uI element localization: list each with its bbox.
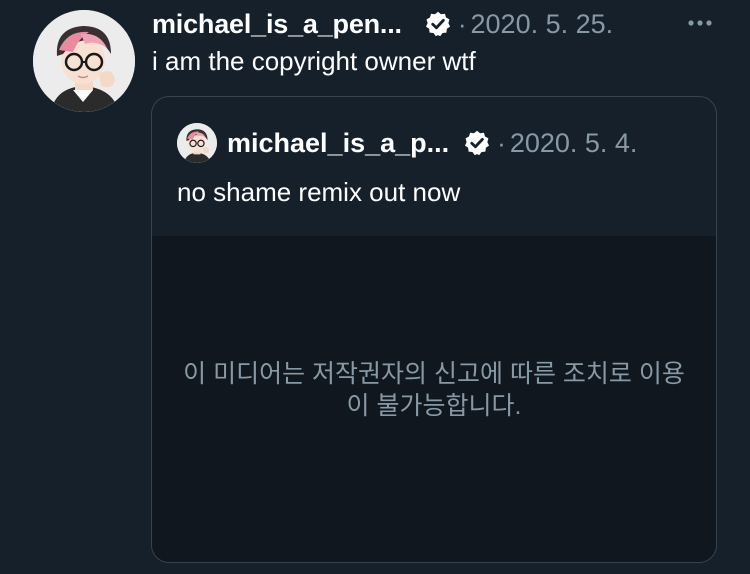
- verified-badge-icon: [424, 10, 452, 38]
- avatar[interactable]: [33, 10, 135, 112]
- display-name[interactable]: michael_is_a_pen...: [152, 9, 402, 40]
- tweet-header: michael_is_a_pen... · 2020. 5. 25.: [152, 4, 613, 44]
- more-horizontal-icon: [688, 20, 712, 26]
- quoted-avatar: [177, 123, 217, 163]
- avatar-illustration: [33, 10, 135, 112]
- quoted-tweet-card[interactable]: michael_is_a_p... · 2020. 5. 4. no shame…: [151, 96, 717, 563]
- media-unavailable-panel: 이 미디어는 저작권자의 신고에 따른 조치로 이용이 불가능합니다.: [152, 236, 716, 562]
- quoted-tweet-date: 2020. 5. 4.: [509, 127, 638, 158]
- media-unavailable-message: 이 미디어는 저작권자의 신고에 따른 조치로 이용이 불가능합니다.: [183, 360, 685, 420]
- tweet: michael_is_a_pen... · 2020. 5. 25. i am …: [0, 0, 750, 574]
- tweet-text: i am the copyright owner wtf: [152, 46, 476, 76]
- quoted-avatar-illustration: [177, 123, 217, 163]
- quoted-tweet-header: michael_is_a_p... · 2020. 5. 4.: [177, 123, 637, 163]
- quoted-display-name: michael_is_a_p...: [227, 127, 450, 158]
- verified-badge-icon: [463, 129, 491, 157]
- header-separator: ·: [457, 8, 467, 39]
- quoted-header-separator: ·: [497, 127, 506, 158]
- more-button[interactable]: [682, 8, 718, 38]
- tweet-date[interactable]: 2020. 5. 25.: [471, 9, 614, 40]
- quoted-tweet-text: no shame remix out now: [177, 177, 461, 207]
